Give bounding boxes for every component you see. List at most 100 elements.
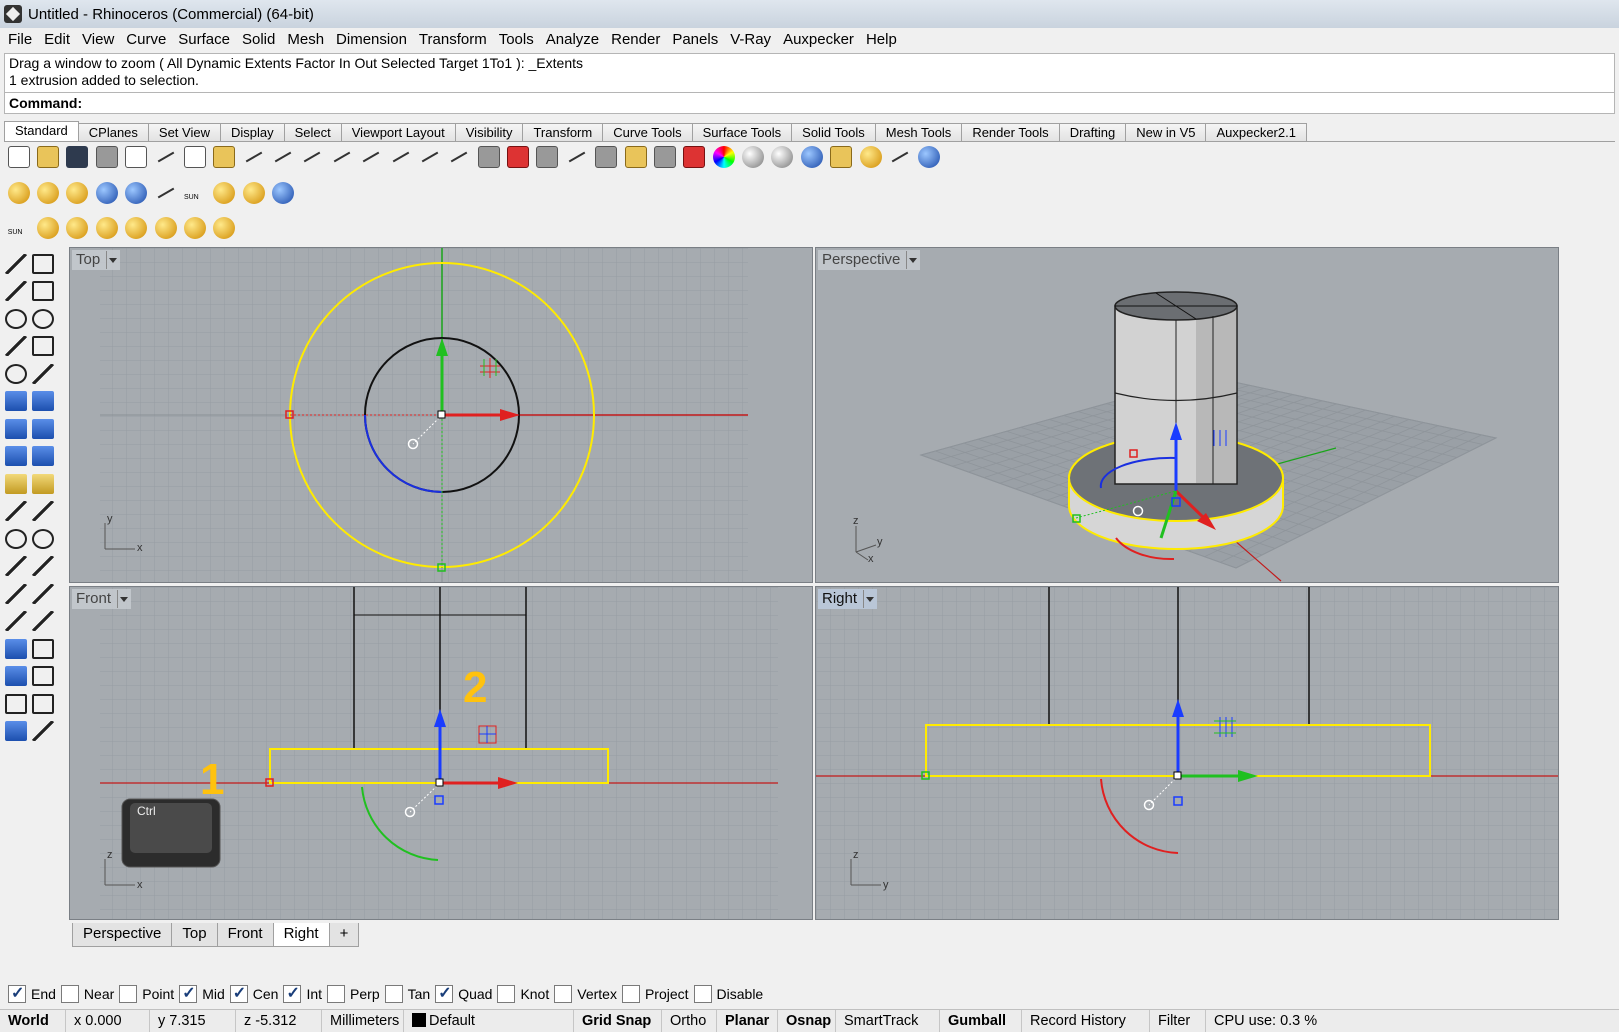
help-icon[interactable]	[918, 146, 941, 168]
osnap-checkbox[interactable]	[693, 985, 712, 1003]
viewport-tab-top[interactable]: Top	[171, 923, 218, 947]
check-icon[interactable]	[32, 693, 54, 714]
lock-icon[interactable]	[653, 146, 676, 168]
add-viewport-tab[interactable]: +	[328, 923, 359, 947]
filter-button[interactable]: Filter	[1150, 1009, 1206, 1032]
array-icon[interactable]	[5, 611, 27, 632]
render-mesh-icon[interactable]	[5, 721, 27, 742]
vray-render-icon[interactable]	[95, 182, 118, 204]
sphere-icon[interactable]	[32, 418, 54, 439]
vray-tag-icon[interactable]	[66, 182, 89, 204]
tab-surface-tools[interactable]: Surface Tools	[691, 123, 793, 141]
render-icon[interactable]	[771, 146, 794, 168]
vray-dome-icon[interactable]	[213, 182, 236, 204]
undo-icon[interactable]	[243, 146, 265, 168]
ies-light-icon[interactable]	[183, 217, 206, 239]
circle-icon[interactable]	[5, 308, 27, 329]
boolean-icon[interactable]	[5, 528, 27, 549]
zoom-icon[interactable]	[331, 146, 353, 168]
rotate-view-icon[interactable]	[301, 146, 323, 168]
sphere-shade-icon[interactable]	[742, 146, 765, 168]
omni-light-icon[interactable]	[95, 217, 118, 239]
vray-help-icon[interactable]	[272, 182, 295, 204]
light-icon[interactable]	[624, 146, 647, 168]
offset-icon[interactable]	[5, 556, 27, 577]
zoom-window-icon[interactable]	[360, 146, 382, 168]
explode-icon[interactable]	[5, 473, 27, 494]
layout-icon[interactable]	[32, 666, 54, 687]
osnap-cen[interactable]: Cen	[229, 983, 278, 1003]
osnap-checkbox[interactable]	[60, 985, 79, 1003]
chevron-down-icon[interactable]	[863, 590, 875, 608]
menu-surface[interactable]: Surface	[172, 28, 236, 52]
osnap-checkbox[interactable]	[384, 985, 403, 1003]
options-icon[interactable]	[859, 146, 882, 168]
move-object-icon[interactable]	[5, 693, 27, 714]
tab-drafting[interactable]: Drafting	[1058, 123, 1127, 141]
block-icon[interactable]	[5, 638, 27, 659]
menu-mesh[interactable]: Mesh	[281, 28, 330, 52]
viewport-label-front[interactable]: Front	[72, 589, 132, 609]
osnap-point[interactable]: Point	[119, 985, 174, 1003]
surface-icon[interactable]	[5, 391, 27, 412]
set-view-icon[interactable]	[536, 146, 559, 168]
color-wheel-icon[interactable]	[712, 146, 735, 168]
mirror-icon[interactable]	[32, 611, 54, 632]
plane-icon[interactable]	[32, 446, 54, 467]
osnap-near[interactable]: Near	[60, 985, 114, 1003]
osnap-perp[interactable]: Perp	[327, 985, 380, 1003]
menu-analyze[interactable]: Analyze	[540, 28, 605, 52]
record-history-toggle[interactable]: Record History	[1022, 1009, 1150, 1032]
tab-curve-tools[interactable]: Curve Tools	[602, 123, 693, 141]
pan-icon[interactable]	[272, 146, 294, 168]
viewport-label-top[interactable]: Top	[72, 250, 121, 270]
menu-file[interactable]: File	[2, 28, 38, 52]
menu-v-ray[interactable]: V-Ray	[724, 28, 777, 52]
dome-light-icon[interactable]	[125, 217, 148, 239]
viewport-tab-front[interactable]: Front	[216, 923, 274, 947]
new-icon[interactable]	[7, 146, 30, 168]
vray-frame-buffer-icon[interactable]	[155, 182, 177, 204]
arc-icon[interactable]	[5, 336, 27, 357]
hatch-icon[interactable]	[32, 638, 54, 659]
menu-transform[interactable]: Transform	[413, 28, 493, 52]
menu-dimension[interactable]: Dimension	[330, 28, 413, 52]
grid-snap-toggle[interactable]: Grid Snap	[574, 1009, 662, 1032]
print-icon[interactable]	[95, 146, 118, 168]
vray-sun-icon[interactable]: SUN	[184, 182, 206, 204]
polyline-icon[interactable]	[5, 281, 27, 302]
layer-icon[interactable]	[683, 146, 706, 168]
vray-rt-icon[interactable]	[125, 182, 148, 204]
viewport-label-right[interactable]: Right	[818, 589, 878, 609]
menu-auxpecker[interactable]: Auxpecker	[777, 28, 860, 52]
render-blue-icon[interactable]	[800, 146, 823, 168]
tab-new-in-v5[interactable]: New in V5	[1125, 123, 1207, 141]
import-icon[interactable]	[125, 146, 148, 168]
cylinder-icon[interactable]	[5, 446, 27, 467]
menu-solid[interactable]: Solid	[236, 28, 281, 52]
osnap-checkbox[interactable]	[119, 985, 138, 1003]
menu-render[interactable]: Render	[605, 28, 666, 52]
extend-icon[interactable]	[32, 556, 54, 577]
select-icon[interactable]	[5, 253, 27, 274]
osnap-tan[interactable]: Tan	[384, 985, 430, 1003]
osnap-checkbox[interactable]	[435, 983, 454, 1003]
osnap-vertex[interactable]: Vertex	[554, 985, 617, 1003]
undo-view-icon[interactable]	[448, 146, 470, 168]
tab-transform[interactable]: Transform	[522, 123, 604, 141]
save-icon[interactable]	[66, 146, 89, 168]
vray-material-icon[interactable]	[7, 182, 30, 204]
tab-render-tools[interactable]: Render Tools	[961, 123, 1060, 141]
chevron-down-icon[interactable]	[906, 251, 918, 269]
menu-tools[interactable]: Tools	[493, 28, 540, 52]
osnap-disable[interactable]: Disable	[693, 985, 763, 1003]
viewport-layout-icon[interactable]	[477, 146, 500, 168]
spot-light-icon[interactable]	[37, 217, 60, 239]
tab-solid-tools[interactable]: Solid Tools	[791, 123, 876, 141]
rect-light-icon[interactable]	[154, 217, 177, 239]
select-icon[interactable]	[566, 146, 588, 168]
osnap-checkbox[interactable]	[621, 985, 640, 1003]
units[interactable]: Millimeters	[322, 1009, 404, 1032]
car-icon[interactable]	[507, 146, 530, 168]
viewport-right[interactable]: z y Right	[815, 586, 1559, 920]
